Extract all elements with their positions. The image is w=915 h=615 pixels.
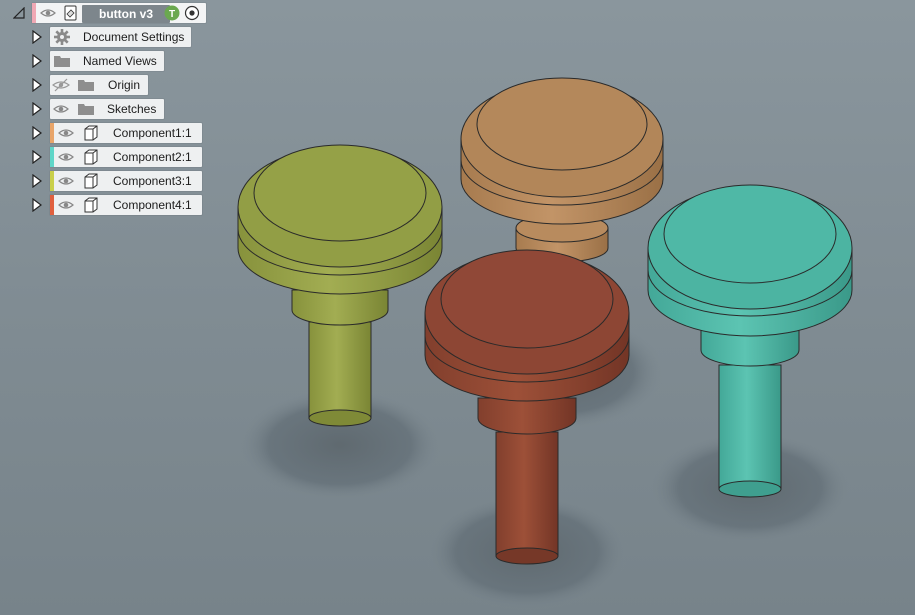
expand-triangle-icon[interactable]: [30, 101, 44, 117]
expand-triangle-icon[interactable]: [30, 29, 44, 45]
root-color-tab: [32, 3, 36, 23]
component3-label: Component3:1: [113, 174, 192, 188]
component3-node[interactable]: Component3:1: [50, 171, 202, 191]
expand-triangle-icon[interactable]: [30, 173, 44, 189]
eye-icon[interactable]: [58, 149, 74, 170]
eye-icon[interactable]: [40, 5, 56, 26]
expand-triangle-icon[interactable]: [30, 149, 44, 165]
folder-icon: [77, 102, 95, 121]
radio-target-icon[interactable]: [184, 5, 200, 26]
badge-icon: T: [164, 5, 180, 26]
eye-icon[interactable]: [58, 173, 74, 194]
document-settings-label: Document Settings: [83, 30, 185, 44]
component-icon: [82, 124, 100, 147]
sketches-label: Sketches: [107, 102, 157, 116]
folder-icon: [77, 78, 95, 97]
origin-node[interactable]: Origin: [50, 75, 148, 95]
tan-button[interactable]: [460, 77, 664, 263]
component2-node[interactable]: Component2:1: [50, 147, 202, 167]
component2-label: Component2:1: [113, 150, 192, 164]
eye-hidden-icon[interactable]: [52, 77, 70, 98]
olive-button[interactable]: [237, 144, 443, 427]
document-settings-node[interactable]: Document Settings: [50, 27, 191, 47]
component1-color-tab: [50, 123, 54, 143]
eye-icon[interactable]: [53, 101, 69, 122]
eye-icon[interactable]: [58, 125, 74, 146]
component-icon: [82, 196, 100, 219]
sketches-node[interactable]: Sketches: [50, 99, 164, 119]
component4-color-tab: [50, 195, 54, 215]
expand-triangle-icon[interactable]: [30, 77, 44, 93]
expand-triangle-icon[interactable]: [30, 53, 44, 69]
named-views-node[interactable]: Named Views: [50, 51, 164, 71]
document-icon: [62, 4, 80, 27]
eye-icon[interactable]: [58, 197, 74, 218]
component-icon: [82, 148, 100, 171]
component4-label: Component4:1: [113, 198, 192, 212]
expand-triangle-icon[interactable]: [30, 197, 44, 213]
component-icon: [82, 172, 100, 195]
named-views-label: Named Views: [83, 54, 157, 68]
svg-text:T: T: [169, 9, 175, 20]
collapse-triangle-icon[interactable]: [12, 5, 26, 21]
folder-icon: [53, 54, 71, 73]
gear-icon: [53, 28, 71, 51]
component1-node[interactable]: Component1:1: [50, 123, 202, 143]
component3-color-tab: [50, 171, 54, 191]
expand-triangle-icon[interactable]: [30, 125, 44, 141]
root-label: button v3: [82, 5, 170, 23]
browser-root-node[interactable]: button v3 T: [32, 3, 206, 23]
component2-color-tab: [50, 147, 54, 167]
component4-node[interactable]: Component4:1: [50, 195, 202, 215]
origin-label: Origin: [108, 78, 141, 92]
component1-label: Component1:1: [113, 126, 192, 140]
